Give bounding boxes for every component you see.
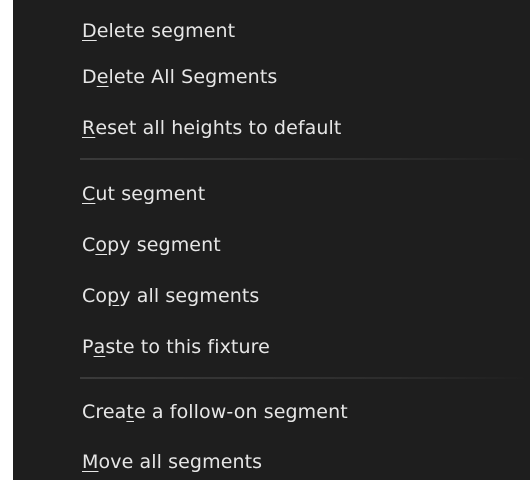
menu-item-accelerator: D — [82, 20, 97, 42]
menu-item-label-post: ste to this fixture — [105, 336, 270, 358]
menu-item-accelerator: p — [107, 285, 120, 307]
menu-item-copy-segment[interactable]: Co py segment — [13, 223, 530, 267]
menu-item-accelerator: C — [82, 183, 96, 205]
menu-item-label-post: ove all segments — [98, 451, 263, 473]
menu-item-paste-to-fixture[interactable]: Pa ste to this fixture — [13, 325, 530, 369]
menu-item-accelerator: o — [95, 234, 108, 256]
menu-item-label-pre: P — [82, 336, 94, 358]
menu-item-copy-all-segments[interactable]: Co p y all segments — [13, 274, 530, 318]
menu-item-reset-all-heights[interactable]: Reset all heights to default — [13, 106, 530, 150]
menu-item-accelerator: t — [126, 401, 134, 423]
menu-item-cut-segment[interactable]: Cut segment — [13, 172, 530, 216]
menu-item-label-post: y all segments — [119, 285, 260, 307]
menu-item-accelerator: e — [96, 66, 109, 88]
menu-item-label-post: e a follow-on segment — [133, 401, 348, 423]
menu-item-label-post: eset all heights to default — [95, 117, 342, 139]
menu-item-label-pre: D — [82, 66, 97, 88]
menu-item-delete-segment[interactable]: Delete segment — [13, 9, 530, 53]
menu-item-label-pre: Co — [82, 285, 108, 307]
menu-item-label-pre: C — [82, 234, 96, 256]
menu-item-label-post: py segment — [107, 234, 221, 256]
menu-item-move-all-segments[interactable]: Move all segments — [13, 440, 530, 484]
menu-separator — [80, 377, 530, 379]
context-menu: Delete segment De lete All Segments Reset… — [13, 0, 530, 480]
menu-separator — [80, 158, 530, 160]
menu-item-accelerator: a — [93, 336, 106, 358]
menu-item-create-follow-on-segment[interactable]: Crea t e a follow-on segment — [13, 390, 530, 434]
menu-item-accelerator: M — [82, 451, 99, 473]
menu-item-label-pre: Crea — [82, 401, 127, 423]
menu-item-label-post: lete All Segments — [108, 66, 278, 88]
menu-item-label-post: ut segment — [95, 183, 206, 205]
menu-item-delete-all-segments[interactable]: De lete All Segments — [13, 55, 530, 99]
menu-item-label-post: elete segment — [96, 20, 236, 42]
menu-item-accelerator: R — [82, 117, 96, 139]
